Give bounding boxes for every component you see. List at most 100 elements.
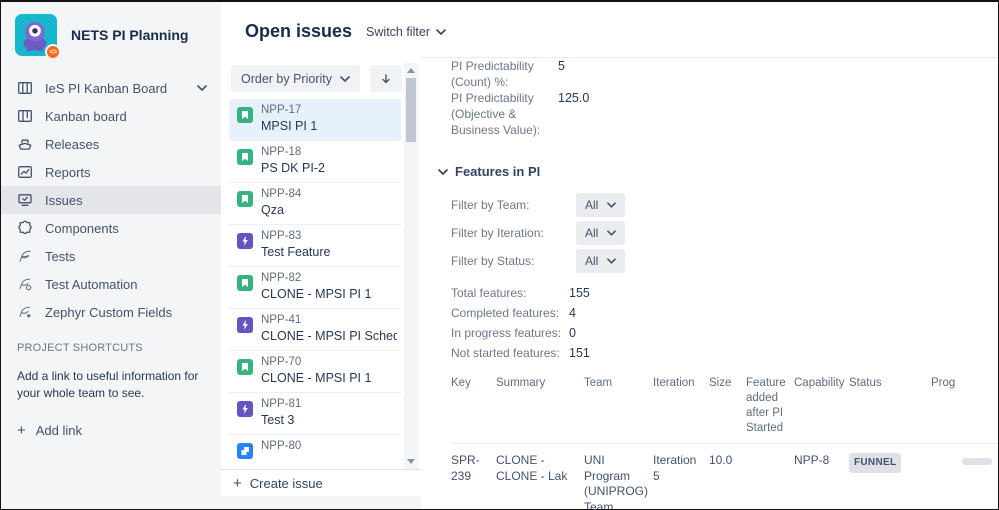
feature-stats: Total features: 155 Completed features: … — [451, 283, 998, 363]
project-title: NETS PI Planning — [71, 27, 189, 43]
page-title: Open issues — [245, 21, 353, 41]
field-value: 125.0 — [558, 91, 590, 105]
section-title: Features in PI — [455, 164, 541, 179]
filter-row: Filter by Team: All — [451, 191, 998, 219]
issue-summary: CLONE - MPSI PI 1 — [261, 371, 372, 385]
board-icon — [17, 80, 34, 97]
features-table: Key Summary Team Iteration Size Feature … — [451, 376, 998, 509]
issue-key: NPP-81 — [261, 398, 302, 410]
cell-summary: CLONE - CLONE - Lak — [496, 453, 568, 483]
project-shortcuts-section: PROJECT SHORTCUTS Add a link to useful i… — [17, 342, 207, 439]
issue-key: NPP-18 — [261, 146, 302, 158]
chevron-down-icon[interactable] — [197, 85, 207, 91]
issue-summary: PS DK PI-2 — [261, 161, 325, 175]
issue-summary: Test 3 — [261, 413, 295, 427]
issue-list-scrollbar[interactable] — [404, 63, 418, 469]
sidebar-item[interactable]: Reports — [1, 158, 221, 186]
issue-summary: CLONE - MPSI PI 1 — [261, 287, 372, 301]
plus-icon: + — [233, 474, 242, 492]
project-avatar: <> — [15, 14, 61, 60]
chevron-down-icon — [436, 28, 446, 35]
code-badge-icon: <> — [45, 44, 61, 60]
feather-icon — [17, 248, 34, 265]
stat-row: Completed features: 4 — [451, 303, 998, 323]
feature-filters: Filter by Team: All Filter by Iteration:… — [451, 191, 998, 275]
issue-summary: CLONE - MPSI PI Schedu... — [261, 329, 397, 343]
field-value: 5 — [558, 59, 565, 73]
sort-direction-button[interactable] — [370, 65, 402, 92]
filter-row: Filter by Status: All — [451, 247, 998, 275]
dropdown-value: All — [585, 226, 599, 240]
sidebar: <> NETS PI Planning IeS PI Kanban Board … — [1, 2, 221, 509]
issue-list-item[interactable]: NPP-81 Test 3 — [229, 393, 401, 435]
sidebar-item[interactable]: Tests — [1, 242, 221, 270]
sidebar-item[interactable]: Zephyr Custom Fields — [1, 298, 221, 326]
filter-label: Filter by Iteration: — [451, 226, 544, 240]
feather-gear-icon — [17, 276, 34, 293]
issue-list-item[interactable]: NPP-18 PS DK PI-2 — [229, 141, 401, 183]
sidebar-item[interactable]: IeS PI Kanban Board — [1, 74, 221, 102]
switch-filter-label: Switch filter — [366, 24, 430, 39]
issue-list-item[interactable]: NPP-84 Qza — [229, 183, 401, 225]
filter-dropdown[interactable]: All — [576, 193, 626, 217]
issue-list-item[interactable]: NPP-70 CLONE - MPSI PI 1 — [229, 351, 401, 393]
table-row[interactable]: SPR-239 CLONE - CLONE - Lak UNI Program … — [451, 444, 998, 509]
scrollbar-thumb[interactable] — [406, 78, 416, 142]
cell-capability: NPP-8 — [794, 453, 830, 467]
issue-key: NPP-84 — [261, 188, 302, 200]
filter-dropdown[interactable]: All — [576, 221, 626, 245]
scroll-up-icon[interactable] — [407, 68, 415, 73]
sidebar-item[interactable]: Issues — [1, 186, 221, 214]
components-icon — [17, 220, 34, 237]
issue-list-item[interactable]: NPP-41 CLONE - MPSI PI Schedu... — [229, 309, 401, 351]
stat-label: Completed features: — [451, 306, 560, 320]
stat-value: 155 — [569, 286, 590, 300]
issue-list-item[interactable]: NPP-17 MPSI PI 1 — [229, 99, 401, 141]
sidebar-item-label: Test Automation — [45, 276, 138, 292]
issues-icon — [17, 192, 34, 209]
field-label: PI Predictability (Count) %: — [451, 59, 534, 89]
create-issue-button[interactable]: + Create issue — [221, 469, 421, 496]
sidebar-item[interactable]: Releases — [1, 130, 221, 158]
progress-bar — [962, 458, 992, 465]
sidebar-item[interactable]: Test Automation — [1, 270, 221, 298]
chevron-down-icon — [607, 230, 617, 236]
issue-list-item[interactable]: NPP-83 Test Feature — [229, 225, 401, 267]
issue-list-item[interactable]: NPP-80 — [229, 435, 401, 472]
cell-team: UNI Program (UNIPROG) Team — [584, 453, 648, 509]
features-in-pi-section-toggle[interactable]: Features in PI — [438, 164, 998, 179]
sidebar-item[interactable]: Components — [1, 214, 221, 242]
horizontal-scrollbar-track[interactable] — [221, 496, 421, 509]
add-link-button[interactable]: + Add link — [17, 422, 207, 439]
switch-filter-button[interactable]: Switch filter — [366, 25, 446, 39]
cell-iteration: Iteration 5 — [653, 453, 697, 483]
issue-list: NPP-17 MPSI PI 1 NPP-18 PS DK PI-2 NPP-8… — [229, 99, 401, 472]
sidebar-item[interactable]: Kanban board — [1, 102, 221, 130]
cell-feature-added — [746, 444, 794, 509]
filter-dropdown[interactable]: All — [576, 249, 626, 273]
cell-key: SPR-239 — [451, 453, 480, 483]
sidebar-item-label: Components — [45, 220, 119, 236]
issue-key: NPP-41 — [261, 314, 302, 326]
issue-list-item[interactable]: NPP-82 CLONE - MPSI PI 1 — [229, 267, 401, 309]
stat-row: Total features: 155 — [451, 283, 998, 303]
issue-key: NPP-80 — [261, 440, 302, 452]
dropdown-value: All — [585, 254, 599, 268]
story-icon — [237, 107, 253, 123]
reports-icon — [17, 164, 34, 181]
field-row: PI Predictability (Count) %: 5 — [451, 58, 998, 90]
story-icon — [237, 149, 253, 165]
scroll-down-icon[interactable] — [407, 459, 415, 464]
order-by-label: Order by Priority — [241, 71, 332, 86]
chevron-down-icon — [607, 202, 617, 208]
column-header: Size — [709, 377, 732, 389]
order-by-button[interactable]: Order by Priority — [231, 65, 360, 92]
column-header: Capability — [794, 377, 845, 389]
column-header: Summary — [496, 377, 546, 389]
feature-icon — [237, 401, 253, 417]
column-header: Status — [849, 377, 882, 389]
sidebar-nav: IeS PI Kanban Board Kanban board Release… — [1, 74, 221, 326]
issue-key: NPP-70 — [261, 356, 302, 368]
sidebar-item-label: Issues — [45, 192, 83, 208]
stat-row: Not started features: 151 — [451, 343, 998, 363]
